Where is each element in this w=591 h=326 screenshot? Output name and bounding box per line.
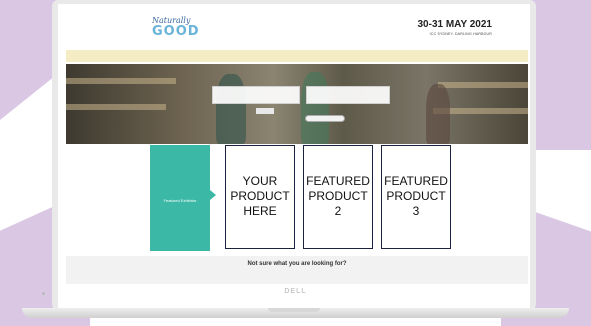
category-select[interactable] <box>306 86 390 104</box>
logo-word-text: GOOD <box>152 24 200 39</box>
hero-shelf <box>66 78 176 84</box>
arrow-right-icon <box>210 190 216 200</box>
find-button[interactable] <box>305 115 345 122</box>
hero-banner <box>66 64 528 144</box>
laptop-screen: Naturally GOOD 30-31 MAY 2021 ICC SYDNEY… <box>52 0 536 310</box>
notice-bar <box>66 50 528 62</box>
exhibitor-search-input[interactable] <box>212 86 300 104</box>
product-card-1[interactable]: YOUR PRODUCT HERE <box>225 145 295 249</box>
laptop-brand-logo: DELL <box>284 288 307 295</box>
hero-shelf <box>438 82 528 88</box>
event-date: 30-31 MAY 2021 <box>417 19 492 30</box>
hero-person <box>426 84 450 144</box>
event-venue: ICC SYDNEY, DARLING HARBOUR <box>429 32 492 36</box>
product-line: FEATURED <box>306 174 370 188</box>
hero-person <box>216 74 246 144</box>
site-logo[interactable]: Naturally GOOD <box>152 16 202 38</box>
product-card-2[interactable]: FEATURED PRODUCT 2 <box>303 145 373 249</box>
product-card-text: YOUR PRODUCT HERE <box>226 174 294 219</box>
product-card-3[interactable]: FEATURED PRODUCT 3 <box>381 145 451 249</box>
featured-exhibitor-tile[interactable]: Featured Exhibitor <box>150 145 210 251</box>
product-line: 3 <box>412 204 420 218</box>
product-card-text: FEATURED PRODUCT 2 <box>304 174 372 219</box>
website-viewport: Naturally GOOD 30-31 MAY 2021 ICC SYDNEY… <box>58 4 530 310</box>
laptop-notch <box>268 308 320 312</box>
product-line: HERE <box>243 204 277 218</box>
product-line: PRODUCT <box>230 189 290 203</box>
search-button[interactable] <box>256 108 274 114</box>
product-card-text: FEATURED PRODUCT 3 <box>382 174 450 219</box>
hero-person <box>301 72 329 144</box>
product-line: 2 <box>334 204 342 218</box>
featured-exhibitor-label: Featured Exhibitor <box>163 198 197 203</box>
product-line: YOUR <box>242 174 278 188</box>
help-section: Not sure what you are looking for? <box>66 256 528 284</box>
product-line: PRODUCT <box>308 189 368 203</box>
hero-shelf <box>66 104 166 110</box>
product-line: PRODUCT <box>386 189 446 203</box>
help-title: Not sure what you are looking for? <box>247 261 347 267</box>
product-line: FEATURED <box>384 174 448 188</box>
site-header: Naturally GOOD 30-31 MAY 2021 ICC SYDNEY… <box>58 4 530 46</box>
